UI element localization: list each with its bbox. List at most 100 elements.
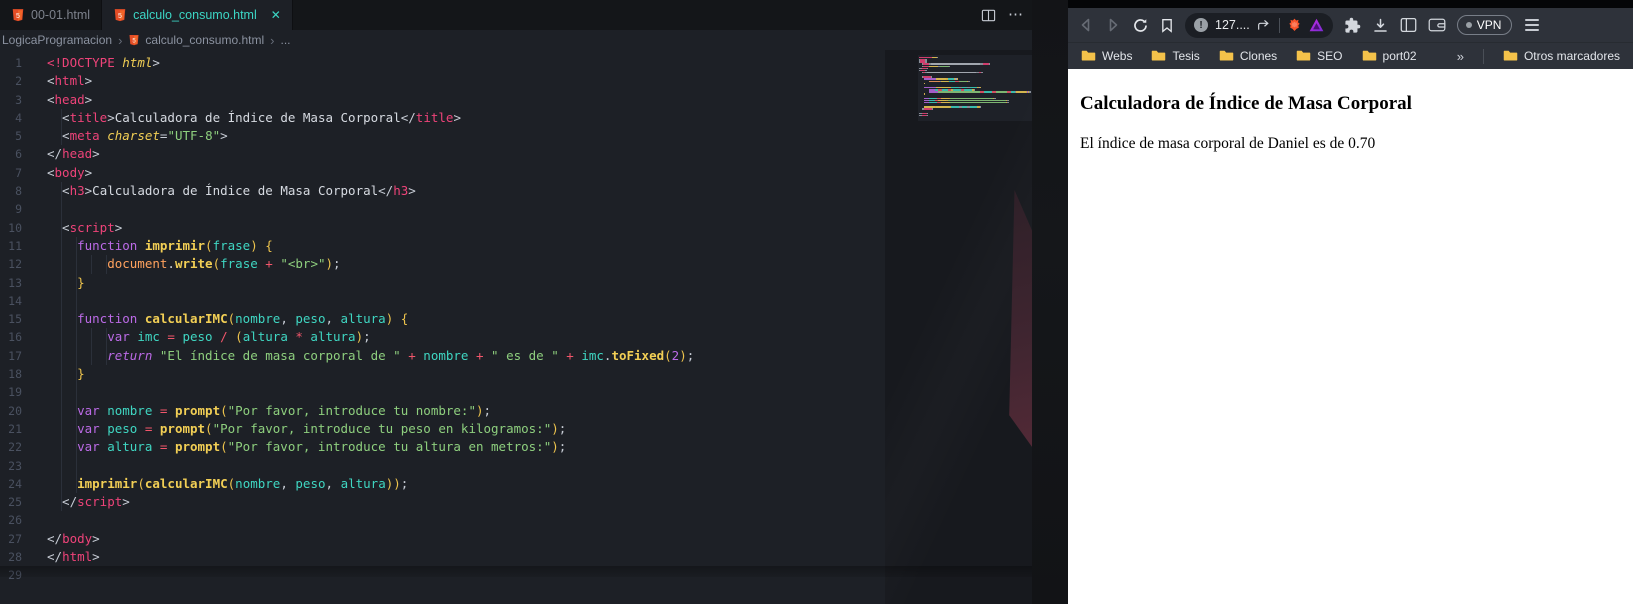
browser-window: ! 127.... VPN Webs Tesis Clones SEO port02 » xyxy=(1068,0,1633,604)
minimap-line xyxy=(919,89,1031,91)
page-result-text: El índice de masa corporal de Daniel es … xyxy=(1080,135,1376,152)
bookmark-folder-seo[interactable]: SEO xyxy=(1296,49,1343,63)
reload-button[interactable] xyxy=(1132,17,1149,34)
code-line[interactable]: 8 <h3>Calculadora de Índice de Masa Corpo… xyxy=(0,182,885,201)
line-number: 15 xyxy=(8,312,22,327)
breadcrumb: LogicaProgramacion › 5 calculo_consumo.h… xyxy=(0,30,887,50)
line-number: 5 xyxy=(15,129,22,144)
code-line[interactable]: 9 xyxy=(0,200,885,219)
code-text xyxy=(22,456,78,475)
sidebar-icon[interactable] xyxy=(1400,17,1417,33)
bookmark-folder-port02[interactable]: port02 xyxy=(1362,49,1417,63)
line-number: 9 xyxy=(15,202,22,217)
tab-close-icon[interactable]: ✕ xyxy=(271,8,281,22)
more-actions-icon[interactable]: ⋯ xyxy=(1008,7,1024,22)
bookmarks-separator xyxy=(1482,48,1484,64)
folder-icon xyxy=(1219,50,1234,61)
code-line[interactable]: 24 imprimir(calcularIMC(nombre, peso, alt… xyxy=(0,474,885,494)
horizontal-scrollbar-shadow[interactable] xyxy=(0,566,1032,577)
code-lines[interactable]: 1 <!DOCTYPE html> 2 <html> 3 <head> 4 <title>Ca… xyxy=(0,54,885,585)
minimap-line xyxy=(919,114,1031,117)
share-icon[interactable] xyxy=(1257,18,1272,32)
minimap[interactable] xyxy=(918,55,1032,122)
code-line[interactable]: 21 var peso = prompt("Por favor, introduc… xyxy=(0,419,885,439)
minimap-line xyxy=(919,80,1031,82)
bookmarks-overflow-chevron[interactable]: » xyxy=(1457,49,1464,64)
forward-button[interactable] xyxy=(1105,17,1121,33)
vpn-label: VPN xyxy=(1476,18,1502,32)
code-line[interactable]: 3 <head> xyxy=(0,91,885,109)
minimap-line xyxy=(919,85,1031,86)
vpn-button[interactable]: VPN xyxy=(1456,15,1513,35)
wallet-icon[interactable] xyxy=(1428,17,1446,33)
back-button[interactable] xyxy=(1078,17,1094,33)
code-line[interactable]: 17 return "El índice de masa corporal de … xyxy=(0,346,885,366)
line-number: 25 xyxy=(8,495,22,510)
brave-shields-icon[interactable] xyxy=(1287,17,1302,33)
breadcrumb-file[interactable]: 5 calculo_consumo.html xyxy=(128,33,264,47)
tab-calculo-consumo[interactable]: 5 calculo_consumo.html ✕ xyxy=(102,0,293,30)
code-line[interactable]: 10 <script> xyxy=(0,218,885,237)
code-line[interactable]: 19 xyxy=(0,383,885,402)
code-line[interactable]: 23 xyxy=(0,456,885,475)
code-line[interactable]: 12 document.write(frase + "<br>"); xyxy=(0,255,885,274)
code-line[interactable]: 20 var nombre = prompt("Por favor, introd… xyxy=(0,401,885,420)
extensions-icon[interactable] xyxy=(1344,17,1361,34)
line-number: 19 xyxy=(8,385,22,400)
url-text: 127.... xyxy=(1215,18,1250,32)
address-bar[interactable]: ! 127.... xyxy=(1185,12,1333,38)
code-line[interactable]: 22 var altura = prompt("Por favor, introd… xyxy=(0,438,885,457)
other-bookmarks-label: Otros marcadores xyxy=(1523,49,1620,63)
line-number: 1 xyxy=(15,56,22,70)
minimap-line xyxy=(919,63,1031,65)
code-line[interactable]: 5 <meta charset="UTF-8"> xyxy=(0,127,885,146)
breadcrumb-folder[interactable]: LogicaProgramacion xyxy=(2,33,112,47)
menu-icon[interactable] xyxy=(1525,19,1540,31)
line-number: 3 xyxy=(15,92,22,107)
bookmark-label: Tesis xyxy=(1172,49,1200,63)
editor-right-gutter xyxy=(885,50,1032,604)
bookmark-folder-webs[interactable]: Webs xyxy=(1081,49,1132,63)
minimap-line xyxy=(919,108,1031,110)
split-editor-icon[interactable] xyxy=(981,8,996,23)
html5-file-icon: 5 xyxy=(12,9,24,22)
code-line[interactable]: 15 function calcularIMC(nombre, peso, alt… xyxy=(0,310,885,329)
breadcrumb-more[interactable]: ... xyxy=(280,33,290,47)
tab-00-01[interactable]: 5 00-01.html xyxy=(0,0,103,30)
code-text: } xyxy=(22,365,85,384)
breadcrumb-separator: › xyxy=(270,32,275,48)
downloads-icon[interactable] xyxy=(1372,17,1389,34)
code-line[interactable]: 28 </html> xyxy=(0,548,885,566)
code-line[interactable]: 11 function imprimir(frase) { xyxy=(0,236,885,256)
minimap-line xyxy=(919,78,1031,80)
code-text xyxy=(22,383,78,402)
brave-rewards-icon[interactable] xyxy=(1309,18,1324,32)
bookmark-folder-clones[interactable]: Clones xyxy=(1219,49,1277,63)
code-line[interactable]: 13} xyxy=(0,273,885,292)
code-line[interactable]: 26 xyxy=(0,511,885,529)
code-line[interactable]: 6 </head> xyxy=(0,145,885,163)
line-number: 26 xyxy=(8,513,22,528)
code-line[interactable]: 27 </body> xyxy=(0,530,885,548)
code-line[interactable]: 16 var imc = peso / (altura * altura); xyxy=(0,328,885,347)
minimap-line xyxy=(919,104,1031,105)
minimap-line xyxy=(919,99,1031,102)
page-heading: Calculadora de Índice de Masa Corporal xyxy=(1080,93,1412,114)
code-line[interactable]: 1 <!DOCTYPE html> xyxy=(0,54,885,72)
code-text: return "El índice de masa corporal de " … xyxy=(22,346,694,366)
code-line[interactable]: 2 <html> xyxy=(0,72,885,90)
code-line[interactable]: 7 <body> xyxy=(0,164,885,182)
minimap-line xyxy=(919,112,1031,115)
code-line[interactable]: 14 xyxy=(0,291,885,311)
line-number: 13 xyxy=(8,275,22,290)
bookmark-folder-tesis[interactable]: Tesis xyxy=(1151,49,1200,63)
code-text: </body> xyxy=(47,530,100,546)
site-info-icon[interactable]: ! xyxy=(1194,18,1208,32)
code-line[interactable]: 18} xyxy=(0,365,885,384)
code-line[interactable]: 4 <title>Calculadora de Índice de Masa Co… xyxy=(0,108,885,128)
code-line[interactable]: 25 </script> xyxy=(0,493,885,512)
code-text: <body> xyxy=(47,164,93,180)
bookmark-icon[interactable] xyxy=(1160,18,1174,33)
other-bookmarks-folder[interactable]: Otros marcadores xyxy=(1503,49,1620,63)
